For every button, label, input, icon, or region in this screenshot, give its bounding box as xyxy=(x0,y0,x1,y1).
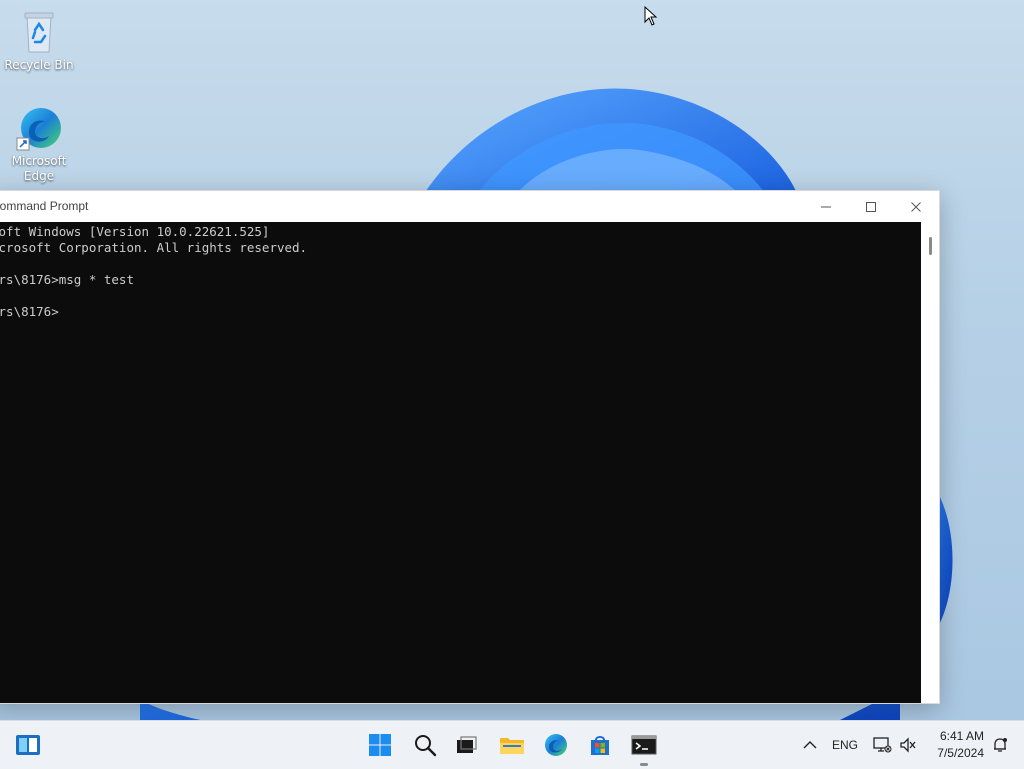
mouse-cursor-icon xyxy=(644,6,658,26)
command-prompt-taskbar-button[interactable] xyxy=(628,729,660,761)
file-explorer-button[interactable] xyxy=(496,729,528,761)
console-line: ers\8176>msg * test xyxy=(0,272,134,287)
edge-icon xyxy=(15,104,63,152)
search-button[interactable] xyxy=(409,729,441,761)
edge-taskbar-button[interactable] xyxy=(540,729,572,761)
taskbar: ENG 6:41 AM 7/5/2024 xyxy=(0,720,1024,769)
network-status-button[interactable] xyxy=(868,729,896,761)
notification-bell-icon xyxy=(994,738,1007,752)
start-button[interactable] xyxy=(364,729,396,761)
close-icon xyxy=(911,201,921,212)
clock-date[interactable]: 7/5/2024 xyxy=(930,746,984,760)
active-app-indicator xyxy=(640,763,648,766)
title-bar[interactable]: Command Prompt xyxy=(0,191,939,222)
chevron-up-icon xyxy=(803,741,817,749)
microsoft-store-button[interactable] xyxy=(584,729,616,761)
network-disconnected-icon xyxy=(873,737,892,753)
window-title: Command Prompt xyxy=(0,199,89,213)
task-view-icon xyxy=(457,736,477,753)
clock-time[interactable]: 6:41 AM xyxy=(930,729,984,743)
notifications-button[interactable] xyxy=(988,729,1012,761)
desktop-icon-recycle-bin[interactable]: Recycle Bin xyxy=(3,8,75,73)
language-indicator[interactable]: ENG xyxy=(832,738,858,752)
console-line: soft Windows [Version 10.0.22621.525] xyxy=(0,224,270,239)
store-icon xyxy=(591,736,609,755)
desktop-icon-microsoft-edge[interactable]: Microsoft Edge xyxy=(3,104,75,184)
minimize-button[interactable] xyxy=(803,191,849,222)
console-output[interactable]: soft Windows [Version 10.0.22621.525] ic… xyxy=(0,222,921,703)
folder-icon xyxy=(500,738,524,754)
console-line: icrosoft Corporation. All rights reserve… xyxy=(0,240,308,255)
terminal-icon xyxy=(631,735,657,755)
volume-button[interactable] xyxy=(896,729,920,761)
widgets-button[interactable] xyxy=(12,729,44,761)
speaker-muted-icon xyxy=(900,737,916,753)
desktop-icon-label: Microsoft Edge xyxy=(11,154,67,183)
console-line: ers\8176> xyxy=(0,304,59,319)
widgets-icon xyxy=(16,735,40,755)
search-icon xyxy=(415,735,437,757)
edge-icon xyxy=(545,734,567,756)
show-hidden-icons-button[interactable] xyxy=(796,729,824,761)
windows-logo-icon xyxy=(369,734,391,756)
minimize-icon xyxy=(821,206,831,207)
vertical-scrollbar[interactable] xyxy=(921,222,939,703)
maximize-icon xyxy=(866,201,876,212)
scrollbar-thumb[interactable] xyxy=(929,237,932,255)
close-button[interactable] xyxy=(893,191,939,222)
task-view-button[interactable] xyxy=(450,729,482,761)
recycle-bin-icon xyxy=(15,8,63,56)
desktop-icon-label: Recycle Bin xyxy=(4,58,74,72)
command-prompt-window[interactable]: Command Prompt soft Windows [Version 10.… xyxy=(0,190,940,704)
maximize-button[interactable] xyxy=(848,191,894,222)
